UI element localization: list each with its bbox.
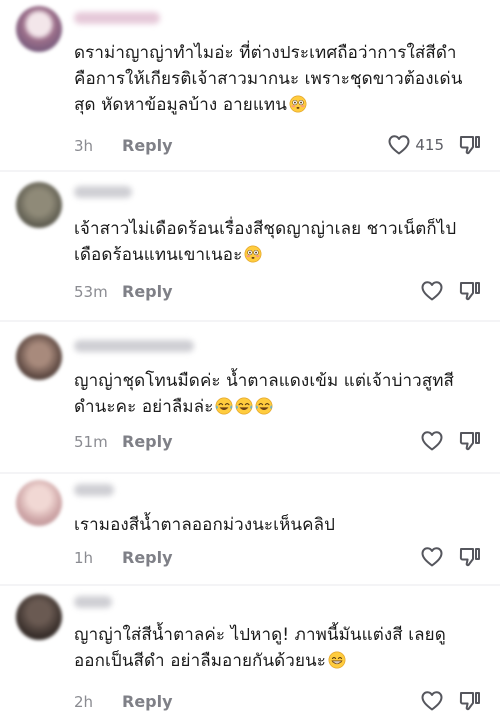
timestamp: 2h [74, 692, 94, 711]
comment-text-line: สุด หัดหาข้อมูลบ้าง อายแทน [74, 95, 287, 115]
comment-text: เรามองสีน้ำตาลออกม่วงนะเห็นคลิป [74, 512, 474, 538]
heart-icon[interactable] [420, 429, 444, 453]
reply-button[interactable]: Reply [122, 548, 173, 567]
avatar[interactable] [16, 334, 62, 380]
reply-button[interactable]: Reply [122, 432, 173, 451]
comment-meta: 1h Reply [74, 548, 173, 567]
like-count: 415 [415, 136, 444, 154]
comment-text-line: คือการให้เกียรติเจ้าสาวมากนะ เพราะชุดขาว… [74, 69, 463, 89]
tears-of-joy-icon [235, 397, 253, 415]
comment-text: ญาญ่าชุดโทนมืดค่ะ น้ำตาลแดงเข้ม แต่เจ้าบ… [74, 368, 474, 420]
comment-actions [420, 689, 482, 713]
comment-text-line: เรามองสีน้ำตาลออกม่วงนะเห็นคลิป [74, 515, 335, 535]
flushed-face-icon [289, 95, 307, 113]
comment-actions [420, 279, 482, 303]
comment-text-line: เจ้าสาวไม่เดือดร้อนเรื่องสีชุดญาญ่าเลย ช… [74, 219, 457, 239]
avatar[interactable] [16, 594, 62, 640]
timestamp: 1h [74, 548, 94, 567]
comment-text: ดราม่าญาญ่าทำไมอ่ะ ที่ต่างประเทศถือว่ากา… [74, 40, 474, 118]
dislike-icon[interactable] [458, 279, 482, 303]
comment-actions [420, 429, 482, 453]
flushed-face-icon [244, 245, 262, 263]
avatar[interactable] [16, 6, 62, 52]
timestamp: 53m [74, 282, 108, 301]
username[interactable] [74, 340, 194, 352]
reply-button[interactable]: Reply [122, 282, 173, 301]
comment-text-line: ออกเป็นสีดำ อย่าลืมอายกันด้วยนะ [74, 651, 326, 671]
comment-text-line: ญาญ่าชุดโทนมืดค่ะ น้ำตาลแดงเข้ม แต่เจ้าบ… [74, 371, 455, 391]
tears-of-joy-icon [215, 397, 233, 415]
dislike-icon[interactable] [458, 429, 482, 453]
heart-icon[interactable] [420, 545, 444, 569]
comment-text-line: ญาญ่าใส่สีน้ำตาลค่ะ ไปหาดู! ภาพนี้มันแต่… [74, 625, 446, 645]
grinning-face-icon [328, 651, 346, 669]
comment-meta: 51m Reply [74, 432, 173, 451]
tears-of-joy-icon [255, 397, 273, 415]
comment-actions [420, 545, 482, 569]
username[interactable] [74, 12, 160, 24]
comment-text: เจ้าสาวไม่เดือดร้อนเรื่องสีชุดญาญ่าเลย ช… [74, 216, 474, 268]
comment-item: เรามองสีน้ำตาลออกม่วงนะเห็นคลิป 1h Reply [0, 474, 500, 584]
dislike-icon[interactable] [458, 133, 482, 157]
username[interactable] [74, 596, 112, 608]
comment-text-line: เดือดร้อนแทนเขาเนอะ [74, 242, 474, 268]
comment-text: ญาญ่าใส่สีน้ำตาลค่ะ ไปหาดู! ภาพนี้มันแต่… [74, 622, 474, 674]
comment-meta: 2h Reply [74, 692, 173, 711]
reply-button[interactable]: Reply [122, 136, 173, 155]
timestamp: 3h [74, 136, 94, 155]
comment-actions: 415 [387, 133, 482, 157]
comment-item: ญาญ่าชุดโทนมืดค่ะ น้ำตาลแดงเข้ม แต่เจ้าบ… [0, 322, 500, 472]
comment-text-line: ดราม่าญาญ่าทำไมอ่ะ ที่ต่างประเทศถือว่ากา… [74, 43, 457, 63]
comment-text-line: ออกเป็นสีดำ อย่าลืมอายกันด้วยนะ [74, 648, 474, 674]
comment-text-line: ดำนะคะ อย่าลืมล่ะ [74, 394, 474, 420]
timestamp: 51m [74, 432, 108, 451]
comment-text-line: สุด หัดหาข้อมูลบ้าง อายแทน [74, 92, 474, 118]
heart-icon[interactable] [420, 279, 444, 303]
comment-meta: 3h Reply [74, 136, 173, 155]
dislike-icon[interactable] [458, 545, 482, 569]
dislike-icon[interactable] [458, 689, 482, 713]
comment-text-line: เดือดร้อนแทนเขาเนอะ [74, 245, 243, 265]
like-button[interactable]: 415 [387, 133, 444, 157]
comment-text-line: ดำนะคะ อย่าลืมล่ะ [74, 397, 214, 417]
comment-meta: 53m Reply [74, 282, 173, 301]
comment-item: ดราม่าญาญ่าทำไมอ่ะ ที่ต่างประเทศถือว่ากา… [0, 0, 500, 170]
avatar[interactable] [16, 480, 62, 526]
heart-icon[interactable] [420, 689, 444, 713]
username[interactable] [74, 484, 114, 496]
username[interactable] [74, 186, 132, 198]
comment-item: เจ้าสาวไม่เดือดร้อนเรื่องสีชุดญาญ่าเลย ช… [0, 172, 500, 320]
avatar[interactable] [16, 182, 62, 228]
reply-button[interactable]: Reply [122, 692, 173, 711]
comment-item: ญาญ่าใส่สีน้ำตาลค่ะ ไปหาดู! ภาพนี้มันแต่… [0, 586, 500, 724]
heart-icon[interactable] [387, 133, 411, 157]
